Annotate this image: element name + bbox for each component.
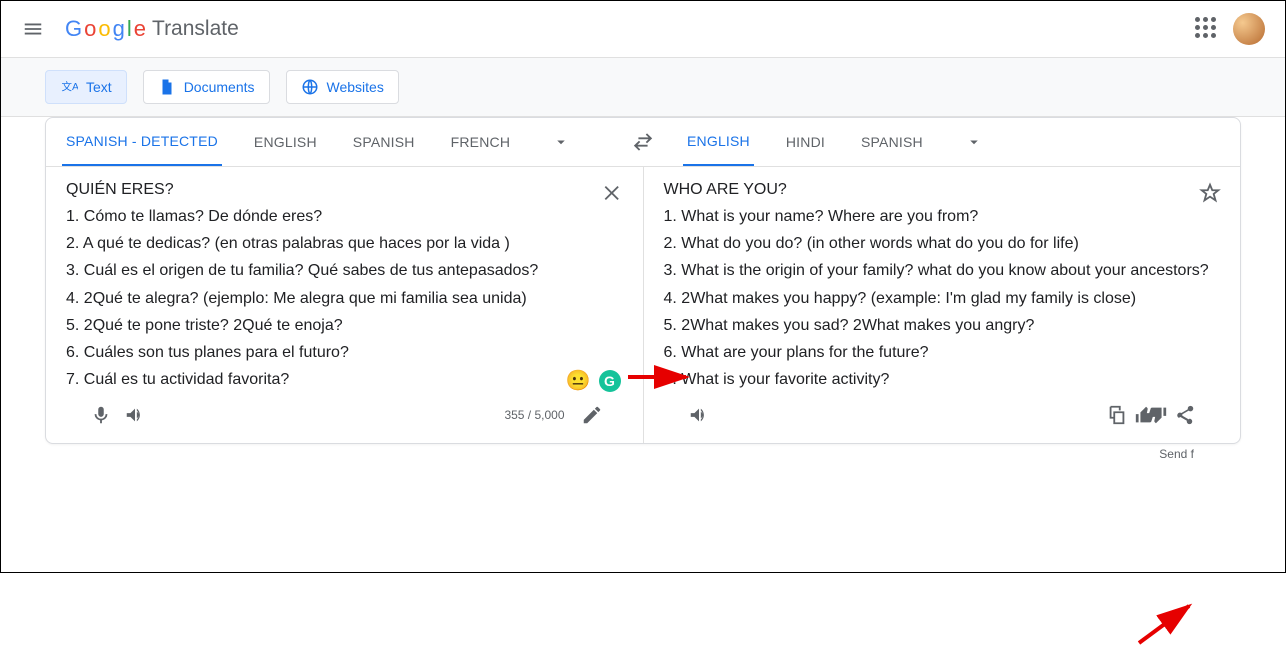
swap-languages-button[interactable]	[619, 118, 667, 166]
character-counter: 355 / 5,000	[504, 408, 564, 422]
source-lang-tab-french[interactable]: FRENCH	[447, 118, 515, 166]
keyboard-button[interactable]	[579, 402, 605, 428]
mode-websites-label: Websites	[327, 79, 384, 95]
google-apps-button[interactable]	[1195, 17, 1219, 41]
target-lang-tab-hindi[interactable]: HINDI	[782, 118, 829, 166]
target-pane: WHO ARE YOU? 1. What is your name? Where…	[644, 166, 1241, 443]
microphone-button[interactable]	[84, 398, 118, 432]
target-title: WHO ARE YOU?	[664, 181, 1221, 199]
target-language-tabs: ENGLISH HINDI SPANISH	[667, 118, 1240, 166]
source-lang-tab-english[interactable]: ENGLISH	[250, 118, 321, 166]
source-lang-tab-spanish[interactable]: SPANISH	[349, 118, 419, 166]
save-translation-button[interactable]	[1194, 177, 1226, 209]
listen-source-button[interactable]	[118, 398, 152, 432]
send-feedback-link[interactable]: Send f	[1159, 447, 1194, 461]
mode-documents-label: Documents	[184, 79, 255, 95]
mode-documents-button[interactable]: Documents	[143, 70, 270, 104]
source-title: QUIÉN ERES?	[66, 181, 623, 199]
mode-websites-button[interactable]: Websites	[286, 70, 399, 104]
neutral-face-icon: 😐	[566, 368, 591, 393]
annotation-arrow-icon	[1134, 598, 1204, 648]
target-lang-tab-english[interactable]: ENGLISH	[683, 119, 754, 167]
copy-translation-button[interactable]	[1100, 398, 1134, 432]
rate-translation-button[interactable]	[1134, 398, 1168, 432]
mode-text-label: Text	[86, 79, 112, 95]
share-translation-button[interactable]	[1168, 398, 1202, 432]
source-language-tabs: SPANISH - DETECTED ENGLISH SPANISH FRENC…	[46, 118, 619, 166]
translate-card: SPANISH - DETECTED ENGLISH SPANISH FRENC…	[45, 117, 1241, 444]
target-text: 1. What is your name? Where are you from…	[664, 203, 1221, 393]
source-lang-tab-detected[interactable]: SPANISH - DETECTED	[62, 119, 222, 167]
grammarly-icon[interactable]: G	[599, 370, 621, 392]
app-name-label: Translate	[152, 17, 239, 41]
mode-text-button[interactable]: 文A Text	[45, 70, 127, 104]
source-lang-more-button[interactable]	[546, 127, 576, 157]
language-row: SPANISH - DETECTED ENGLISH SPANISH FRENC…	[46, 118, 1240, 166]
target-lang-more-button[interactable]	[959, 127, 989, 157]
google-translate-logo[interactable]: Google Translate	[65, 16, 239, 42]
source-text[interactable]: 1. Cómo te llamas? De dónde eres? 2. A q…	[66, 203, 623, 393]
listen-target-button[interactable]	[682, 398, 716, 432]
clear-source-button[interactable]	[597, 177, 629, 209]
source-pane[interactable]: QUIÉN ERES? 1. Cómo te llamas? De dónde …	[46, 166, 644, 443]
svg-text:文A: 文A	[62, 80, 79, 93]
account-avatar[interactable]	[1233, 13, 1265, 45]
target-lang-tab-spanish[interactable]: SPANISH	[857, 118, 927, 166]
menu-button[interactable]	[13, 9, 53, 49]
